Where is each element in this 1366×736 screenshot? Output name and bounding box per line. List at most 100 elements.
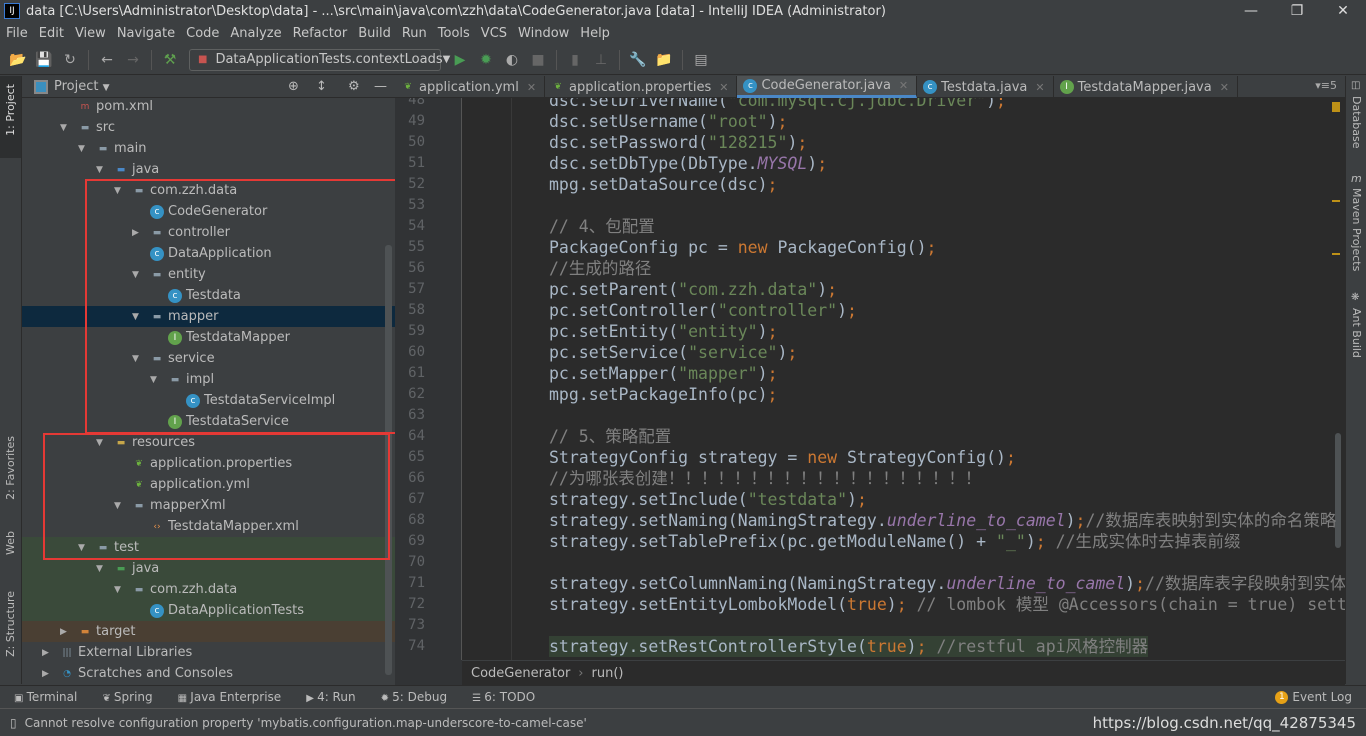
tree-item-service[interactable]: ▼ ▬ service	[22, 348, 395, 369]
close-tab-icon[interactable]: ✕	[719, 81, 728, 94]
expand-arrow-icon[interactable]: ▼	[96, 564, 103, 574]
structure-tool-button[interactable]: Z: Structure	[4, 591, 17, 657]
project-tree-scrollbar[interactable]	[385, 245, 392, 675]
hide-icon[interactable]: —	[374, 79, 387, 94]
close-tab-icon[interactable]: ✕	[1220, 81, 1229, 94]
run-configuration-select[interactable]: ■ DataApplicationTests.contextLoads ▼	[189, 48, 450, 71]
tool-button-run[interactable]: ▶ 4: Run	[292, 690, 366, 704]
settings-wrench-icon[interactable]: 🔧	[626, 49, 650, 71]
expand-arrow-icon[interactable]: ▼	[150, 375, 157, 385]
stop-icon[interactable]: ■	[526, 49, 550, 71]
tree-item-java[interactable]: ▼ ▬ java	[22, 159, 395, 180]
tab-testdata-java[interactable]: c Testdata.java ✕	[917, 76, 1054, 98]
expand-arrow-icon[interactable]: ▼	[96, 165, 103, 175]
tree-item-external-libraries[interactable]: ▶ ||| External Libraries	[22, 642, 395, 663]
menu-item-file[interactable]: File	[0, 26, 33, 41]
tree-item-main[interactable]: ▼ ▬ main	[22, 138, 395, 159]
expand-arrow-icon[interactable]: ▼	[78, 144, 85, 154]
tabs-overflow-button[interactable]: ▾≡5	[1315, 79, 1337, 92]
back-icon[interactable]: ←	[95, 49, 119, 71]
web-tool-button[interactable]: Web	[4, 531, 17, 555]
database-tool-button[interactable]: Database	[1350, 96, 1363, 149]
tree-item-dataapplicationtests[interactable]: c DataApplicationTests	[22, 600, 395, 621]
menu-item-build[interactable]: Build	[352, 26, 396, 41]
expand-arrow-icon[interactable]: ▼	[132, 312, 139, 322]
tree-item-testdatamapper[interactable]: I TestdataMapper	[22, 327, 395, 348]
expand-arrow-icon[interactable]: ▼	[60, 123, 67, 133]
expand-arrow-icon[interactable]: ▼	[132, 270, 139, 280]
menu-item-analyze[interactable]: Analyze	[224, 26, 286, 41]
tree-item-scratches-and-consoles[interactable]: ▶ ◔ Scratches and Consoles	[22, 663, 395, 684]
menu-item-navigate[interactable]: Navigate	[111, 26, 180, 41]
tree-item-testdatamapper-xml[interactable]: ‹› TestdataMapper.xml	[22, 516, 395, 537]
maven-tool-button[interactable]: Maven Projects	[1350, 188, 1363, 271]
sync-icon[interactable]: ↻	[58, 49, 82, 71]
sdk-icon[interactable]: ▤	[689, 49, 713, 71]
deploy-icon[interactable]: ⊥	[589, 49, 613, 71]
expand-arrow-icon[interactable]: ▼	[96, 438, 103, 448]
warning-stripe[interactable]	[1332, 253, 1340, 255]
tree-item-testdataservice[interactable]: I TestdataService	[22, 411, 395, 432]
tab-application-yml[interactable]: ❦ application.yml ✕	[395, 76, 546, 98]
maximize-button[interactable]: ❐	[1274, 0, 1320, 22]
tool-button-debug[interactable]: ✹ 5: Debug	[367, 690, 459, 704]
tree-item-entity[interactable]: ▼ ▬ entity	[22, 264, 395, 285]
project-tool-button[interactable]: 1: Project	[4, 84, 17, 136]
tree-item-testdataserviceimpl[interactable]: c TestdataServiceImpl	[22, 390, 395, 411]
save-icon[interactable]: 💾	[32, 49, 56, 71]
tree-item-mapperxml[interactable]: ▼ ▬ mapperXml	[22, 495, 395, 516]
code-editor[interactable]: 48 49 50 51 52 53 54 55 56 57 58 59 60 61 62 63 64 65 66 67…	[395, 98, 1345, 660]
tree-item-application-properties[interactable]: ❦ application.properties	[22, 453, 395, 474]
close-tab-icon[interactable]: ✕	[899, 79, 908, 92]
ant-build-tool-button[interactable]: Ant Build	[1350, 308, 1363, 358]
menu-item-run[interactable]: Run	[396, 26, 432, 41]
tool-button-java-enterprise[interactable]: ▦ Java Enterprise	[164, 690, 293, 704]
tree-item-controller[interactable]: ▶ ▬ controller	[22, 222, 395, 243]
menu-item-vcs[interactable]: VCS	[475, 26, 512, 41]
expand-arrow-icon[interactable]: ▼	[132, 354, 139, 364]
warning-marker[interactable]	[1332, 102, 1340, 112]
tab-testdatamapper-java[interactable]: I TestdataMapper.java ✕	[1054, 76, 1238, 98]
tree-item-src[interactable]: ▼ ▬ src	[22, 117, 395, 138]
menu-item-view[interactable]: View	[69, 26, 111, 41]
menu-item-window[interactable]: Window	[512, 26, 574, 41]
tree-item-com-zzh-data[interactable]: ▼ ▬ com.zzh.data	[22, 579, 395, 600]
tree-item-application-yml[interactable]: ❦ application.yml	[22, 474, 395, 495]
collapse-arrow-icon[interactable]: ▶	[42, 669, 49, 679]
tab-application-properties[interactable]: ❦ application.properties ✕	[545, 76, 738, 98]
menu-item-refactor[interactable]: Refactor	[287, 26, 353, 41]
menu-item-edit[interactable]: Edit	[33, 26, 69, 41]
collapse-arrow-icon[interactable]: ▶	[60, 627, 67, 637]
tool-button-todo[interactable]: ☰ 6: TODO	[458, 690, 546, 704]
run-icon[interactable]: ▶	[448, 49, 472, 71]
project-structure-icon[interactable]: 📁	[652, 49, 676, 71]
tool-button-terminal[interactable]: ▣ Terminal	[0, 690, 88, 704]
expand-arrow-icon[interactable]: ▼	[114, 501, 121, 511]
menu-item-code[interactable]: Code	[180, 26, 224, 41]
tree-item-dataapplication[interactable]: c DataApplication	[22, 243, 395, 264]
debug-bug-icon[interactable]: ✹	[474, 49, 498, 71]
close-tab-icon[interactable]: ✕	[1035, 81, 1044, 94]
open-folder-icon[interactable]: 📂	[6, 49, 30, 71]
collapse-all-icon[interactable]: ↕	[316, 79, 327, 94]
warning-stripe[interactable]	[1332, 200, 1340, 202]
gear-icon[interactable]: ⚙	[348, 79, 360, 94]
build-hammer-icon[interactable]: ⚒	[158, 49, 182, 71]
tree-item-target[interactable]: ▶ ▬ target	[22, 621, 395, 642]
collapse-arrow-icon[interactable]: ▶	[132, 228, 139, 238]
expand-arrow-icon[interactable]: ▼	[114, 585, 121, 595]
tree-item-test[interactable]: ▼ ▬ test	[22, 537, 395, 558]
breadcrumb-class[interactable]: CodeGenerator	[471, 666, 570, 681]
collapse-arrow-icon[interactable]: ▶	[42, 648, 49, 658]
event-log-button[interactable]: 1 Event Log	[1275, 690, 1352, 704]
close-button[interactable]: ✕	[1320, 0, 1366, 22]
tree-item-resources[interactable]: ▼ ▬ resources	[22, 432, 395, 453]
tree-item-com-zzh-data[interactable]: ▼ ▬ com.zzh.data	[22, 180, 395, 201]
favorites-tool-button[interactable]: 2: Favorites	[4, 436, 17, 500]
tree-item-mapper[interactable]: ▼ ▬ mapper	[22, 306, 395, 327]
expand-arrow-icon[interactable]: ▼	[114, 186, 121, 196]
tab-codegenerator-java[interactable]: c CodeGenerator.java ✕	[737, 76, 918, 98]
minimize-button[interactable]: —	[1228, 0, 1274, 22]
tool-button-spring[interactable]: ❦ Spring	[88, 690, 163, 704]
coverage-icon[interactable]: ◐	[500, 49, 524, 71]
